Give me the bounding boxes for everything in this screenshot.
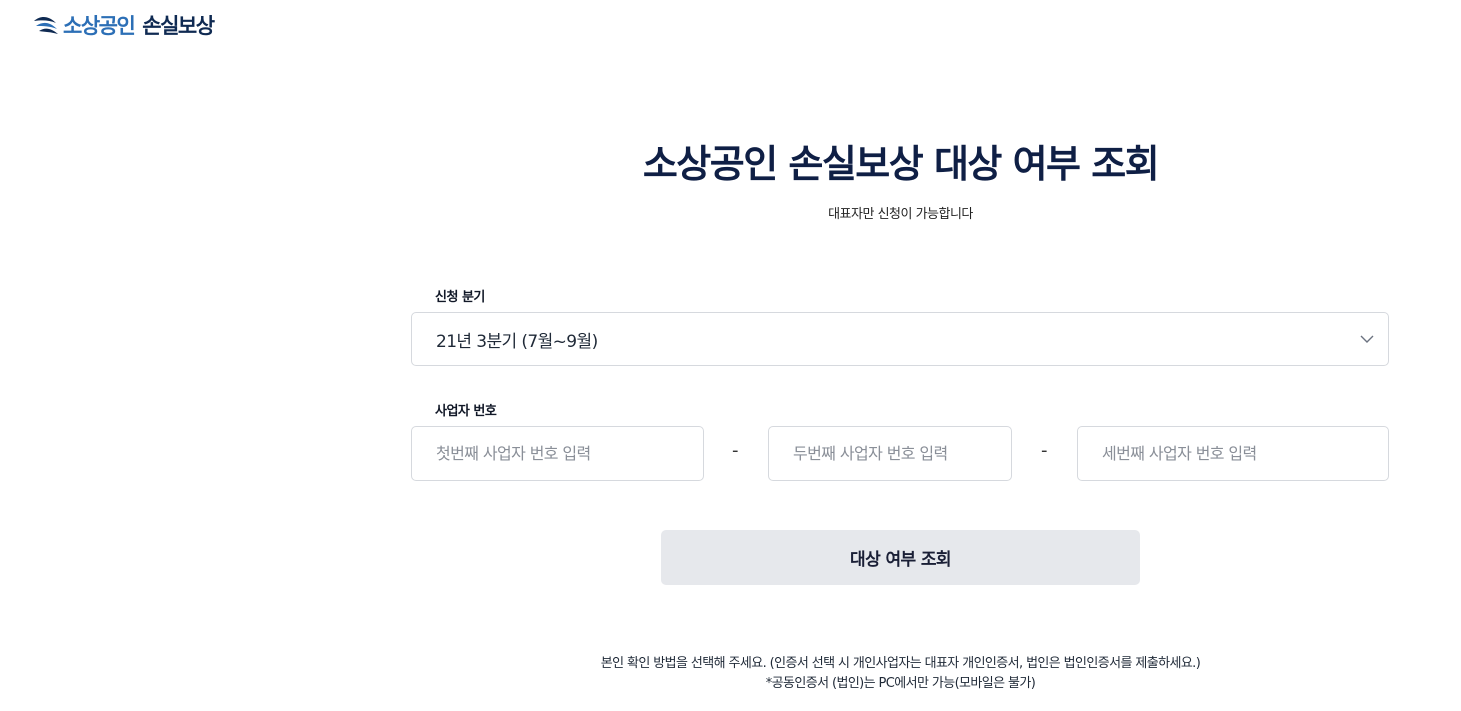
bizno-separator: - [732, 440, 739, 461]
quarter-label: 신청 분기 [435, 290, 485, 305]
check-eligibility-button[interactable]: 대상 여부 조회 [661, 530, 1140, 585]
page: 소상공인 손실보상 소상공인 손실보상 대상 여부 조회 대표자만 신청이 가능… [0, 0, 1461, 711]
identity-note: 본인 확인 방법을 선택해 주세요. (인증서 선택 시 개인사업자는 대표자 … [600, 656, 1201, 671]
page-title: 소상공인 손실보상 대상 여부 조회 [642, 142, 1160, 186]
site-logo[interactable]: 소상공인 손실보상 [33, 10, 215, 40]
wing-logo-icon [34, 17, 58, 34]
quarter-selected-value: 21년 3분기 (7월~9월) [436, 331, 598, 352]
bizno-first-input[interactable] [411, 426, 704, 481]
logo-text-part2: 손실보상 [142, 14, 215, 38]
bizno-third-input[interactable] [1077, 426, 1389, 481]
certificate-note: *공동인증서 (법인)는 PC에서만 가능(모바일은 불가) [765, 676, 1036, 691]
page-subtitle: 대표자만 신청이 가능합니다 [828, 207, 973, 222]
quarter-select[interactable]: 21년 3분기 (7월~9월) [411, 312, 1389, 366]
logo-text-part1: 소상공인 [63, 14, 136, 38]
bizno-second-input[interactable] [768, 426, 1012, 481]
logo-text: 소상공인 손실보상 [63, 10, 215, 40]
chevron-down-icon [1360, 335, 1374, 343]
bizno-label: 사업자 번호 [435, 404, 497, 419]
bizno-separator: - [1041, 440, 1048, 461]
